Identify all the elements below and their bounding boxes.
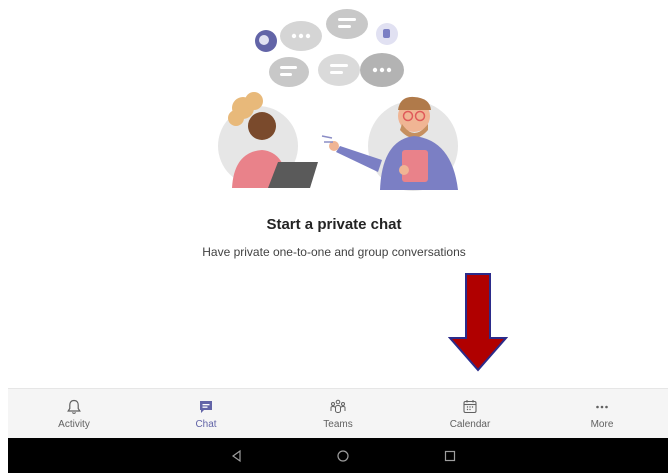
nav-item-activity[interactable]: Activity <box>8 389 140 439</box>
nav-label-calendar: Calendar <box>449 419 491 430</box>
chat-illustration <box>218 9 458 191</box>
empty-state-title: Start a private chat <box>266 216 402 233</box>
nav-item-chat[interactable]: Chat <box>140 389 272 439</box>
back-icon[interactable] <box>230 449 244 463</box>
system-navigation-bar <box>8 438 668 473</box>
teams-icon <box>330 399 346 413</box>
nav-label-activity: Activity <box>58 419 90 430</box>
woman-with-laptop-icon <box>218 92 318 188</box>
annotation-arrow-icon <box>448 273 508 372</box>
empty-state-subtitle: Have private one-to-one and group conver… <box>202 245 466 259</box>
nav-item-calendar[interactable]: Calendar <box>404 389 536 439</box>
speech-bubbles-icon <box>255 9 404 87</box>
nav-label-chat: Chat <box>195 419 217 430</box>
nav-label-more: More <box>590 419 614 430</box>
nav-item-teams[interactable]: Teams <box>272 389 404 439</box>
recents-icon[interactable] <box>443 449 457 463</box>
man-with-tablet-icon <box>329 96 458 191</box>
nav-label-teams: Teams <box>323 419 353 430</box>
home-icon[interactable] <box>336 449 350 463</box>
calendar-icon <box>463 400 477 414</box>
bell-icon <box>67 399 81 414</box>
more-icon <box>596 405 608 409</box>
bottom-navigation: Activity Chat Teams Calendar More <box>8 388 668 439</box>
chat-icon <box>200 401 212 413</box>
nav-item-more[interactable]: More <box>536 389 668 439</box>
